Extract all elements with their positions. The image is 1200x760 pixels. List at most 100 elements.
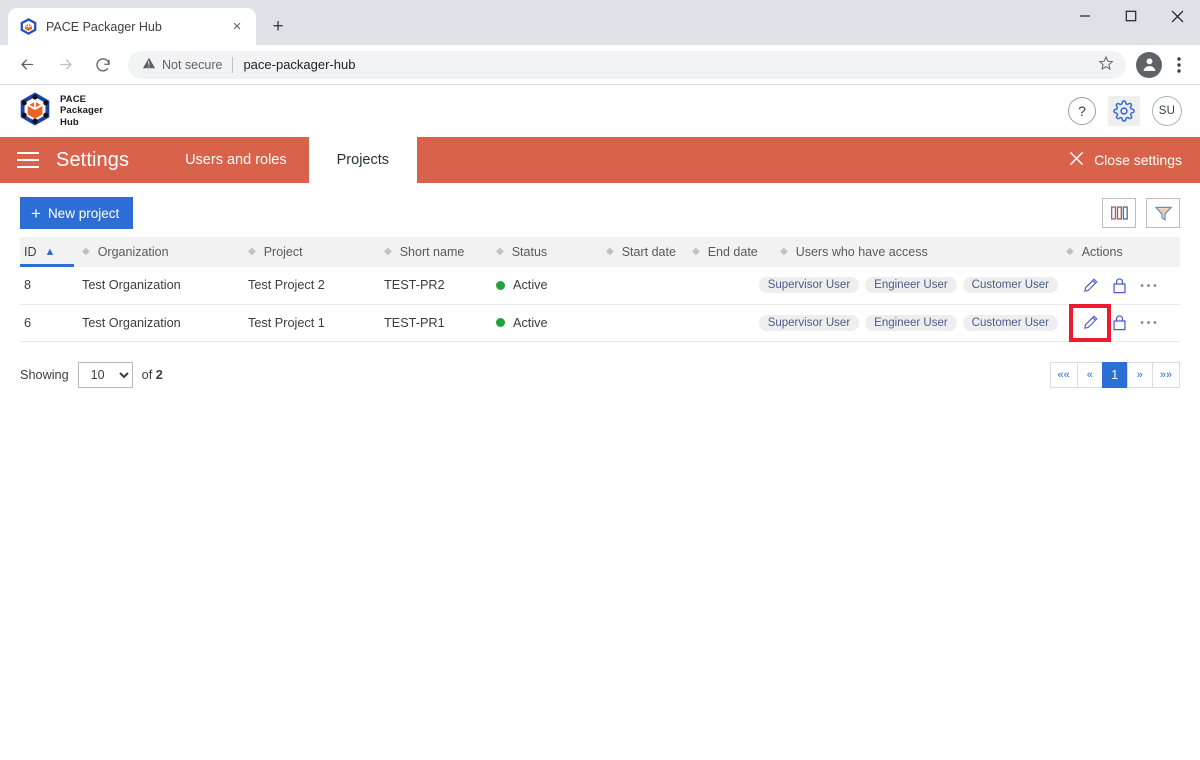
- pagination-bar: Showing 10 25 50 100 of 2 «« « 1: [20, 342, 1180, 398]
- table-body: 8 Test Organization Test Project 2 TEST-…: [20, 267, 1180, 342]
- cell-organization: Test Organization: [78, 267, 244, 305]
- pace-packager-hub-logo-icon: [18, 91, 52, 131]
- column-header-actions[interactable]: ◆ Actions: [1062, 237, 1180, 267]
- star-icon[interactable]: [1098, 55, 1120, 75]
- url-text[interactable]: pace-packager-hub: [243, 57, 1098, 72]
- column-header-users-who-have-access[interactable]: ◆ Users who have access: [776, 237, 1062, 267]
- brand-line-3: Hub: [60, 116, 79, 128]
- next-page-button[interactable]: »: [1126, 361, 1153, 388]
- warning-triangle-icon: [142, 56, 156, 73]
- window-controls: [1062, 0, 1200, 45]
- column-label-end-date: End date: [707, 245, 758, 259]
- filter-funnel-icon[interactable]: [1146, 198, 1180, 228]
- first-page-button[interactable]: ««: [1049, 361, 1078, 388]
- table-row[interactable]: 8 Test Organization Test Project 2 TEST-…: [20, 267, 1180, 305]
- column-label-short-name: Short name: [399, 245, 465, 259]
- cell-users: Supervisor User Engineer User Customer U…: [758, 267, 1062, 305]
- tab-users-and-roles[interactable]: Users and roles: [163, 137, 309, 183]
- column-header-end-date[interactable]: ◆ End date: [688, 237, 776, 267]
- tab-close-icon[interactable]: ×: [228, 18, 246, 36]
- sort-toggle-icon: ◆: [1066, 246, 1074, 257]
- of-label: of: [141, 367, 153, 382]
- user-chip[interactable]: Customer User: [962, 277, 1058, 294]
- user-chip[interactable]: Engineer User: [865, 314, 957, 331]
- help-icon[interactable]: ?: [1068, 97, 1096, 125]
- new-tab-button[interactable]: +: [264, 13, 292, 41]
- page-size-select[interactable]: 10 25 50 100: [77, 361, 133, 388]
- cell-start-date: [602, 267, 688, 305]
- table-header-row: ID ▲ ◆ Organization ◆ Project ◆ Short na…: [20, 237, 1180, 267]
- cube-icon: [20, 18, 37, 35]
- new-project-button[interactable]: + New project: [20, 197, 134, 229]
- column-label-project: Project: [263, 245, 303, 259]
- profile-avatar-icon[interactable]: [1136, 51, 1162, 78]
- total-count: of 2: [142, 368, 163, 382]
- plus-icon: +: [31, 203, 41, 223]
- app-header: PACE Packager Hub ? SU: [0, 85, 1200, 137]
- status-dot: [496, 280, 505, 290]
- column-header-id[interactable]: ID ▲: [20, 237, 78, 267]
- prev-page-button[interactable]: «: [1076, 361, 1103, 388]
- cell-actions: [1062, 267, 1180, 305]
- user-avatar[interactable]: SU: [1152, 96, 1182, 126]
- browser-toolbar: Not secure pace-packager-hub: [0, 45, 1200, 85]
- cell-id: 6: [20, 304, 78, 342]
- cell-project: Test Project 2: [244, 267, 380, 305]
- padlock-icon[interactable]: [1109, 275, 1129, 295]
- close-settings-button[interactable]: Close settings: [1069, 137, 1200, 183]
- maximize-icon[interactable]: [1108, 0, 1154, 32]
- cell-status: Active: [492, 267, 602, 305]
- reload-icon[interactable]: [87, 49, 119, 81]
- back-arrow-icon[interactable]: [11, 49, 43, 81]
- column-label-organization: Organization: [97, 245, 169, 259]
- brand-logo[interactable]: PACE Packager Hub: [18, 91, 104, 131]
- pencil-icon[interactable]: [1080, 275, 1100, 295]
- padlock-icon[interactable]: [1109, 313, 1129, 333]
- column-header-project[interactable]: ◆ Project: [244, 237, 380, 267]
- user-chip[interactable]: Supervisor User: [758, 277, 860, 294]
- showing-label: Showing: [20, 367, 69, 382]
- sort-toggle-icon: ◆: [248, 246, 256, 257]
- brand-line-2: Packager: [60, 105, 104, 117]
- table-row[interactable]: 6 Test Organization Test Project 1 TEST-…: [20, 303, 1180, 342]
- settings-gear-icon[interactable]: [1108, 96, 1140, 126]
- minimize-icon[interactable]: [1062, 0, 1108, 32]
- cell-project: Test Project 1: [244, 304, 380, 342]
- chrome-menu-icon[interactable]: [1166, 56, 1192, 73]
- user-chip[interactable]: Customer User: [962, 314, 1058, 331]
- column-header-short-name[interactable]: ◆ Short name: [380, 237, 492, 267]
- cell-start-date: [602, 304, 688, 342]
- last-page-button[interactable]: »»: [1151, 361, 1180, 388]
- column-label-id: ID: [24, 245, 37, 259]
- total-value: 2: [155, 367, 163, 382]
- sort-toggle-icon: ◆: [496, 246, 504, 257]
- column-label-users: Users who have access: [795, 245, 928, 259]
- security-status[interactable]: Not secure: [142, 56, 222, 73]
- close-settings-label: Close settings: [1094, 152, 1182, 168]
- columns-icon[interactable]: [1102, 198, 1136, 228]
- hamburger-menu-icon[interactable]: [0, 137, 56, 183]
- user-chip[interactable]: Engineer User: [865, 277, 957, 294]
- address-bar[interactable]: Not secure pace-packager-hub: [128, 50, 1126, 79]
- pagination-buttons: «« « 1 » »»: [1049, 361, 1180, 388]
- sort-toggle-icon: ◆: [82, 246, 90, 257]
- browser-tab[interactable]: PACE Packager Hub ×: [8, 8, 256, 45]
- application: PACE Packager Hub ? SU Settings Users an…: [0, 85, 1200, 760]
- column-header-organization[interactable]: ◆ Organization: [78, 237, 244, 267]
- grid-tools: [1102, 198, 1180, 228]
- close-icon[interactable]: [1154, 0, 1200, 32]
- tab-projects[interactable]: Projects: [308, 137, 418, 183]
- page-1-button[interactable]: 1: [1101, 361, 1128, 388]
- brand-line-1: PACE: [60, 94, 87, 106]
- forward-arrow-icon[interactable]: [49, 49, 81, 81]
- column-header-start-date[interactable]: ◆ Start date: [602, 237, 688, 267]
- status-label: Active: [513, 315, 548, 330]
- sort-toggle-icon: ◆: [692, 246, 700, 257]
- pencil-icon[interactable]: [1069, 303, 1111, 342]
- column-header-status[interactable]: ◆ Status: [492, 237, 602, 267]
- more-options-icon[interactable]: [1138, 313, 1158, 333]
- more-options-icon[interactable]: [1138, 275, 1158, 295]
- page-title: Settings: [56, 148, 130, 171]
- user-chip[interactable]: Supervisor User: [758, 314, 860, 331]
- browser-window: PACE Packager Hub × + Not secure pace-pa…: [0, 0, 1200, 760]
